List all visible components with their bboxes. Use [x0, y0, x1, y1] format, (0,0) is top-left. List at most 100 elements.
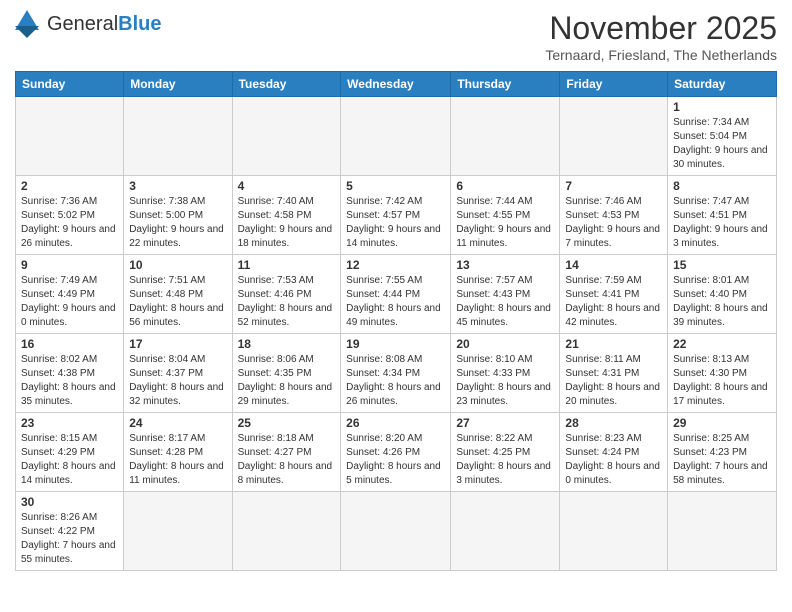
day-number: 19 [346, 337, 445, 351]
day-info: Sunrise: 8:22 AM Sunset: 4:25 PM Dayligh… [456, 432, 554, 488]
day-number: 21 [565, 337, 662, 351]
day-number: 12 [346, 258, 445, 272]
calendar-cell: 6 Sunrise: 7:44 AM Sunset: 4:55 PM Daylig… [451, 176, 560, 255]
day-number: 28 [565, 416, 662, 430]
subtitle: Ternaard, Friesland, The Netherlands [545, 47, 777, 63]
day-number: 26 [346, 416, 445, 430]
day-number: 9 [21, 258, 118, 272]
weekday-header-thursday: Thursday [451, 72, 560, 97]
day-info: Sunrise: 8:02 AM Sunset: 4:38 PM Dayligh… [21, 353, 118, 409]
day-number: 5 [346, 179, 445, 193]
calendar-cell: 20 Sunrise: 8:10 AM Sunset: 4:33 PM Dayli… [451, 334, 560, 413]
day-number: 11 [238, 258, 336, 272]
page: GeneralBlue November 2025 Ternaard, Frie… [0, 0, 792, 581]
calendar-cell: 8 Sunrise: 7:47 AM Sunset: 4:51 PM Daylig… [668, 176, 777, 255]
calendar-cell [232, 492, 341, 571]
weekday-header-monday: Monday [124, 72, 232, 97]
day-number: 13 [456, 258, 554, 272]
day-info: Sunrise: 8:11 AM Sunset: 4:31 PM Dayligh… [565, 353, 662, 409]
calendar-cell: 14Sunrise: 7:59 AM Sunset: 4:41 PM Dayli… [560, 255, 668, 334]
calendar-cell: 3Sunrise: 7:38 AM Sunset: 5:00 PM Daylig… [124, 176, 232, 255]
calendar-cell: 18 Sunrise: 8:06 AM Sunset: 4:35 PM Dayli… [232, 334, 341, 413]
day-info: Sunrise: 8:10 AM Sunset: 4:33 PM Dayligh… [456, 353, 554, 409]
calendar-cell: 1 Sunrise: 7:34 AM Sunset: 5:04 PM Daylig… [668, 97, 777, 176]
day-info: Sunrise: 8:23 AM Sunset: 4:24 PM Dayligh… [565, 432, 662, 488]
week-row-1: 1 Sunrise: 7:34 AM Sunset: 5:04 PM Daylig… [16, 97, 777, 176]
day-number: 10 [129, 258, 226, 272]
calendar-cell: 27Sunrise: 8:22 AM Sunset: 4:25 PM Dayli… [451, 413, 560, 492]
day-number: 3 [129, 179, 226, 193]
calendar-cell [232, 97, 341, 176]
day-info: Sunrise: 7:49 AM Sunset: 4:49 PM Dayligh… [21, 274, 118, 330]
calendar-cell: 11Sunrise: 7:53 AM Sunset: 4:46 PM Dayli… [232, 255, 341, 334]
day-info: Sunrise: 7:55 AM Sunset: 4:44 PM Dayligh… [346, 274, 445, 330]
week-row-3: 9 Sunrise: 7:49 AM Sunset: 4:49 PM Daylig… [16, 255, 777, 334]
logo-text: GeneralBlue [47, 13, 162, 36]
calendar-cell: 19Sunrise: 8:08 AM Sunset: 4:34 PM Dayli… [341, 334, 451, 413]
day-info: Sunrise: 7:57 AM Sunset: 4:43 PM Dayligh… [456, 274, 554, 330]
week-row-4: 16 Sunrise: 8:02 AM Sunset: 4:38 PM Dayli… [16, 334, 777, 413]
day-info: Sunrise: 8:15 AM Sunset: 4:29 PM Dayligh… [21, 432, 118, 488]
day-number: 4 [238, 179, 336, 193]
day-number: 23 [21, 416, 118, 430]
day-number: 6 [456, 179, 554, 193]
day-info: Sunrise: 8:26 AM Sunset: 4:22 PM Dayligh… [21, 511, 118, 567]
day-info: Sunrise: 7:34 AM Sunset: 5:04 PM Dayligh… [673, 116, 771, 172]
day-info: Sunrise: 7:44 AM Sunset: 4:55 PM Dayligh… [456, 195, 554, 251]
calendar-cell [668, 492, 777, 571]
day-number: 16 [21, 337, 118, 351]
calendar-cell: 5 Sunrise: 7:42 AM Sunset: 4:57 PM Daylig… [341, 176, 451, 255]
day-info: Sunrise: 8:13 AM Sunset: 4:30 PM Dayligh… [673, 353, 771, 409]
day-number: 15 [673, 258, 771, 272]
calendar-cell: 17Sunrise: 8:04 AM Sunset: 4:37 PM Dayli… [124, 334, 232, 413]
weekday-header-friday: Friday [560, 72, 668, 97]
calendar-cell [560, 492, 668, 571]
day-info: Sunrise: 7:51 AM Sunset: 4:48 PM Dayligh… [129, 274, 226, 330]
calendar-cell: 2 Sunrise: 7:36 AM Sunset: 5:02 PM Daylig… [16, 176, 124, 255]
calendar-cell [560, 97, 668, 176]
calendar-cell [16, 97, 124, 176]
calendar-cell: 13 Sunrise: 7:57 AM Sunset: 4:43 PM Dayli… [451, 255, 560, 334]
week-row-2: 2 Sunrise: 7:36 AM Sunset: 5:02 PM Daylig… [16, 176, 777, 255]
day-number: 1 [673, 100, 771, 114]
calendar-cell: 10 Sunrise: 7:51 AM Sunset: 4:48 PM Dayli… [124, 255, 232, 334]
weekday-header-saturday: Saturday [668, 72, 777, 97]
day-info: Sunrise: 7:36 AM Sunset: 5:02 PM Dayligh… [21, 195, 118, 251]
calendar-cell: 4Sunrise: 7:40 AM Sunset: 4:58 PM Daylig… [232, 176, 341, 255]
day-info: Sunrise: 8:25 AM Sunset: 4:23 PM Dayligh… [673, 432, 771, 488]
day-info: Sunrise: 8:06 AM Sunset: 4:35 PM Dayligh… [238, 353, 336, 409]
day-number: 20 [456, 337, 554, 351]
calendar: SundayMondayTuesdayWednesdayThursdayFrid… [15, 71, 777, 571]
day-number: 25 [238, 416, 336, 430]
calendar-cell: 21 Sunrise: 8:11 AM Sunset: 4:31 PM Dayli… [560, 334, 668, 413]
day-number: 8 [673, 179, 771, 193]
day-number: 24 [129, 416, 226, 430]
calendar-cell: 16 Sunrise: 8:02 AM Sunset: 4:38 PM Dayli… [16, 334, 124, 413]
day-info: Sunrise: 7:47 AM Sunset: 4:51 PM Dayligh… [673, 195, 771, 251]
day-number: 18 [238, 337, 336, 351]
calendar-cell [341, 492, 451, 571]
calendar-cell [451, 492, 560, 571]
day-number: 7 [565, 179, 662, 193]
day-info: Sunrise: 8:01 AM Sunset: 4:40 PM Dayligh… [673, 274, 771, 330]
calendar-cell: 15 Sunrise: 8:01 AM Sunset: 4:40 PM Dayli… [668, 255, 777, 334]
calendar-cell: 22Sunrise: 8:13 AM Sunset: 4:30 PM Dayli… [668, 334, 777, 413]
calendar-cell: 25 Sunrise: 8:18 AM Sunset: 4:27 PM Dayli… [232, 413, 341, 492]
month-title: November 2025 [545, 10, 777, 47]
day-info: Sunrise: 7:46 AM Sunset: 4:53 PM Dayligh… [565, 195, 662, 251]
weekday-header-sunday: Sunday [16, 72, 124, 97]
day-number: 2 [21, 179, 118, 193]
calendar-cell: 23 Sunrise: 8:15 AM Sunset: 4:29 PM Dayli… [16, 413, 124, 492]
title-block: November 2025 Ternaard, Friesland, The N… [545, 10, 777, 63]
calendar-cell: 28 Sunrise: 8:23 AM Sunset: 4:24 PM Dayli… [560, 413, 668, 492]
calendar-cell: 9 Sunrise: 7:49 AM Sunset: 4:49 PM Daylig… [16, 255, 124, 334]
calendar-cell [451, 97, 560, 176]
calendar-cell: 26Sunrise: 8:20 AM Sunset: 4:26 PM Dayli… [341, 413, 451, 492]
header: GeneralBlue November 2025 Ternaard, Frie… [15, 10, 777, 63]
calendar-cell [341, 97, 451, 176]
day-info: Sunrise: 8:18 AM Sunset: 4:27 PM Dayligh… [238, 432, 336, 488]
logo: GeneralBlue [15, 10, 162, 38]
calendar-cell: 7 Sunrise: 7:46 AM Sunset: 4:53 PM Daylig… [560, 176, 668, 255]
weekday-header-wednesday: Wednesday [341, 72, 451, 97]
day-info: Sunrise: 7:42 AM Sunset: 4:57 PM Dayligh… [346, 195, 445, 251]
